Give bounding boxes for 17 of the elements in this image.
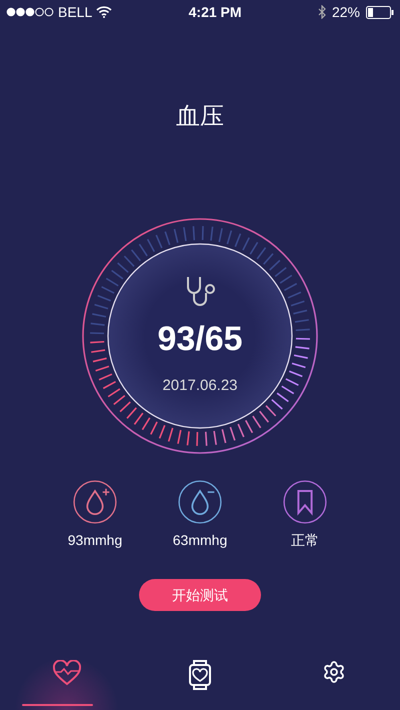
status-time: 4:21 PM (188, 2, 242, 22)
measurement-date: 2017.06.23 (162, 376, 238, 396)
blood-pressure-reading: 93/65 (157, 319, 243, 360)
smartwatch-icon (188, 660, 212, 690)
heart-icon (52, 660, 80, 686)
bluetooth-icon (318, 5, 326, 19)
page-title: 血压 (176, 102, 224, 132)
wifi-icon (96, 6, 112, 18)
carrier-name: BELL (58, 2, 92, 22)
stat-value: 正常 (291, 531, 319, 550)
stat-value: 93mmhg (68, 531, 122, 550)
battery-icon (366, 6, 394, 18)
stat-value: 63mmhg (172, 531, 228, 550)
settings-icon (322, 660, 346, 684)
battery-percent: 22% (332, 2, 360, 22)
signal-icon (6, 7, 54, 17)
start-test-button[interactable]: 开始测试 (139, 579, 261, 611)
